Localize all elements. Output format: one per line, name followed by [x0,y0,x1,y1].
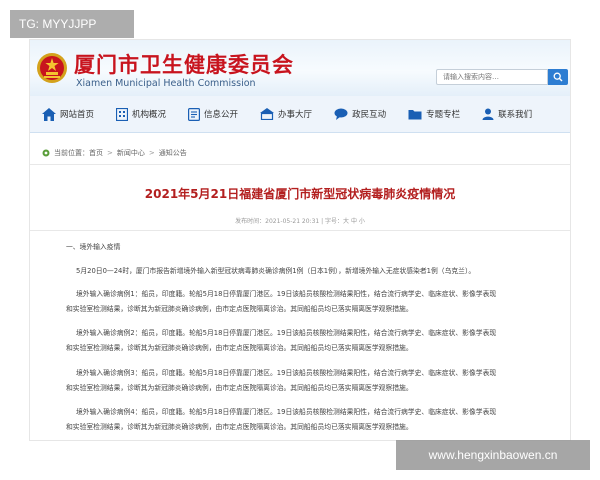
national-emblem-icon [37,53,67,83]
location-icon [42,149,50,157]
search-button[interactable] [548,69,568,85]
search-icon [553,72,563,82]
article-meta: 发布时间：2021-05-21 20:31 | 字号：大 中 小 [235,218,365,225]
article-paragraph: 境外输入确诊病例3：船员，印度籍。轮船5月18日停靠厦门港区。19日该船员核酸检… [76,369,497,377]
site-title-english: Xiamen Municipal Health Commission [76,78,256,89]
breadcrumb-home[interactable]: 首页 [89,148,103,158]
article-section-heading: 一、境外输入疫情 [66,243,121,251]
breadcrumb-separator: > [148,149,155,157]
article-paragraph: 和实验室检测结果，诊断其为新冠肺炎确诊病例，由市定点医院隔离诊治。其同船船员均已… [66,305,413,313]
top-watermark: TG: MYYJJPP [10,10,134,38]
breadcrumb-notice[interactable]: 通知公告 [159,148,187,158]
nav-item-label: 专题专栏 [426,110,461,120]
contact-icon [482,108,494,120]
divider [30,230,570,231]
divider [30,164,570,165]
chat-icon [334,108,348,120]
building-icon [116,107,129,121]
nav-item-label: 机构概况 [132,110,167,120]
nav-item-home[interactable]: 网站首页 [42,96,94,132]
article-paragraph: 境外输入确诊病例1：船员，印度籍。轮船5月18日停靠厦门港区。19日该船员核酸检… [76,290,497,298]
article-title: 2021年5月21日福建省厦门市新型冠状病毒肺炎疫情情况 [144,187,456,201]
main-nav: 网站首页 机构概况 信息公开 办事大厅 政民互动 专题专栏 联系我们 [30,96,570,133]
nav-item-label: 办事大厅 [278,110,313,120]
home-icon [42,107,56,121]
article-paragraph: 和实验室检测结果，诊断其为新冠肺炎确诊病例，由市定点医院隔离诊治。其同船船员均已… [66,344,413,352]
breadcrumb-news[interactable]: 新闻中心 [117,148,145,158]
bottom-watermark: www.hengxinbaowen.cn [396,440,590,470]
article-paragraph: 5月20日0—24时，厦门市报告新增境外输入新型冠状病毒肺炎确诊病例1例（日本1… [76,267,476,275]
breadcrumb: 当前位置： 首页 > 新闻中心 > 通知公告 [42,148,187,158]
nav-item-label: 信息公开 [204,110,239,120]
article-paragraph: 和实验室检测结果，诊断其为新冠肺炎确诊病例，由市定点医院隔离诊治。其同船船员均已… [66,423,413,431]
nav-item-contact[interactable]: 联系我们 [482,96,532,132]
article-paragraph: 境外输入确诊病例2：船员，印度籍。轮船5月18日停靠厦门港区。19日该船员核酸检… [76,329,497,337]
search-input[interactable] [436,69,548,85]
nav-item-services[interactable]: 办事大厅 [260,96,312,132]
document-icon [188,107,201,121]
article-paragraph: 境外输入确诊病例4：船员，印度籍。轮船5月18日停靠厦门港区。19日该船员核酸检… [76,408,497,416]
nav-item-info[interactable]: 信息公开 [188,96,238,132]
nav-item-label: 网站首页 [60,110,95,120]
nav-item-interaction[interactable]: 政民互动 [334,96,386,132]
folder-icon [408,110,422,120]
site-header: 厦门市卫生健康委员会 Xiamen Municipal Health Commi… [30,40,570,96]
breadcrumb-separator: > [107,149,113,157]
nav-item-about[interactable]: 机构概况 [116,96,166,132]
hall-icon [260,108,275,120]
nav-item-topics[interactable]: 专题专栏 [408,96,460,132]
website-frame: 厦门市卫生健康委员会 Xiamen Municipal Health Commi… [30,40,570,440]
site-title: 厦门市卫生健康委员会 [74,52,294,77]
article-paragraph: 和实验室检测结果，诊断其为新冠肺炎确诊病例，由市定点医院隔离诊治。其同船船员均已… [66,384,413,392]
breadcrumb-prefix: 当前位置： [54,149,89,157]
nav-item-label: 联系我们 [498,110,533,120]
nav-item-label: 政民互动 [352,110,387,120]
